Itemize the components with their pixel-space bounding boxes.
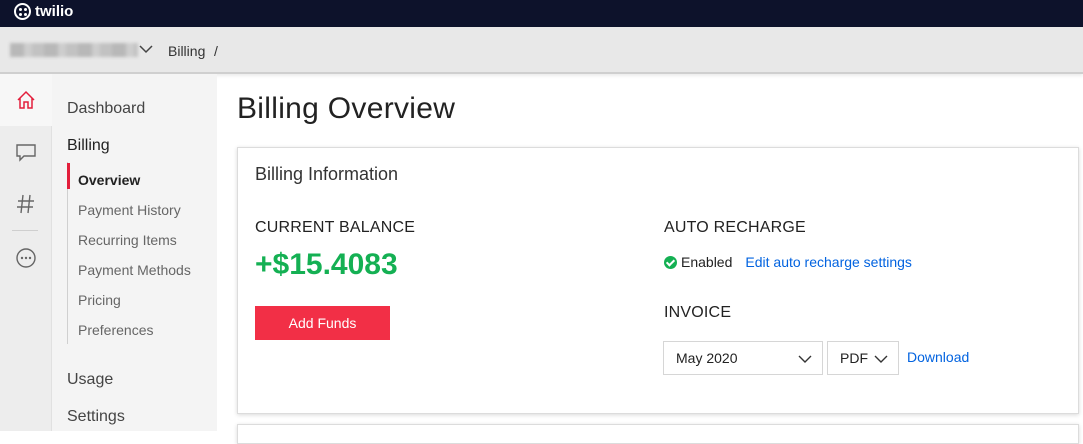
home-icon — [17, 90, 35, 109]
rail-divider — [12, 230, 38, 231]
invoice-format-value: PDF — [840, 350, 868, 366]
nav-pricing[interactable]: Pricing — [78, 292, 121, 308]
twilio-logo[interactable]: twilio — [14, 3, 73, 20]
brand-name: twilio — [35, 3, 74, 20]
breadcrumb-billing[interactable]: Billing — [168, 43, 205, 59]
rail-more[interactable] — [0, 232, 52, 284]
active-marker — [67, 163, 70, 189]
rail-messaging[interactable] — [0, 126, 52, 178]
nav-usage[interactable]: Usage — [67, 371, 113, 389]
add-funds-button[interactable]: Add Funds — [255, 306, 390, 340]
nav-dashboard[interactable]: Dashboard — [67, 100, 145, 118]
download-link[interactable]: Download — [907, 349, 969, 365]
nav-settings[interactable]: Settings — [67, 408, 125, 426]
invoice-label: INVOICE — [664, 304, 732, 321]
current-balance-label: CURRENT BALANCE — [255, 219, 416, 236]
check-circle-icon — [664, 255, 677, 269]
sub-navigation: Dashboard Billing Overview Payment Histo… — [52, 74, 217, 431]
billing-information-card: Billing Information CURRENT BALANCE +$15… — [237, 147, 1079, 414]
nav-billing[interactable]: Billing — [67, 137, 110, 155]
icon-rail — [0, 74, 52, 431]
nav-preferences[interactable]: Preferences — [78, 322, 153, 338]
billing-subnav: Overview Payment History Recurring Items… — [67, 162, 217, 344]
auto-recharge-status: Enabled Edit auto recharge settings — [664, 254, 912, 270]
chevron-down-icon — [874, 355, 888, 363]
edit-auto-recharge-link[interactable]: Edit auto recharge settings — [745, 254, 912, 270]
nav-overview[interactable]: Overview — [78, 172, 140, 188]
current-balance-value: +$15.4083 — [255, 248, 398, 281]
chevron-down-icon — [798, 355, 812, 363]
account-name-redacted[interactable] — [10, 43, 138, 57]
twilio-logo-icon — [14, 3, 31, 20]
invoice-month-select[interactable]: May 2020 — [663, 341, 823, 375]
chevron-down-icon[interactable] — [138, 42, 154, 56]
card-title: Billing Information — [255, 164, 399, 184]
page-title: Billing Overview — [237, 92, 456, 125]
invoice-format-select[interactable]: PDF — [827, 341, 899, 375]
breadcrumb-bar: Billing / — [0, 27, 1083, 74]
hash-icon — [17, 194, 34, 214]
auto-recharge-status-text: Enabled — [681, 254, 733, 270]
breadcrumb-separator: / — [214, 43, 218, 59]
rail-home[interactable] — [0, 74, 52, 126]
nav-payment-history[interactable]: Payment History — [78, 202, 181, 218]
rail-phone-numbers[interactable] — [0, 178, 52, 230]
nav-payment-methods[interactable]: Payment Methods — [78, 262, 191, 278]
next-card — [237, 424, 1079, 444]
nav-recurring-items[interactable]: Recurring Items — [78, 232, 177, 248]
more-icon — [16, 248, 36, 268]
invoice-month-value: May 2020 — [676, 350, 738, 366]
auto-recharge-label: AUTO RECHARGE — [664, 219, 806, 236]
top-bar: twilio — [0, 0, 1083, 27]
chat-icon — [16, 144, 36, 162]
